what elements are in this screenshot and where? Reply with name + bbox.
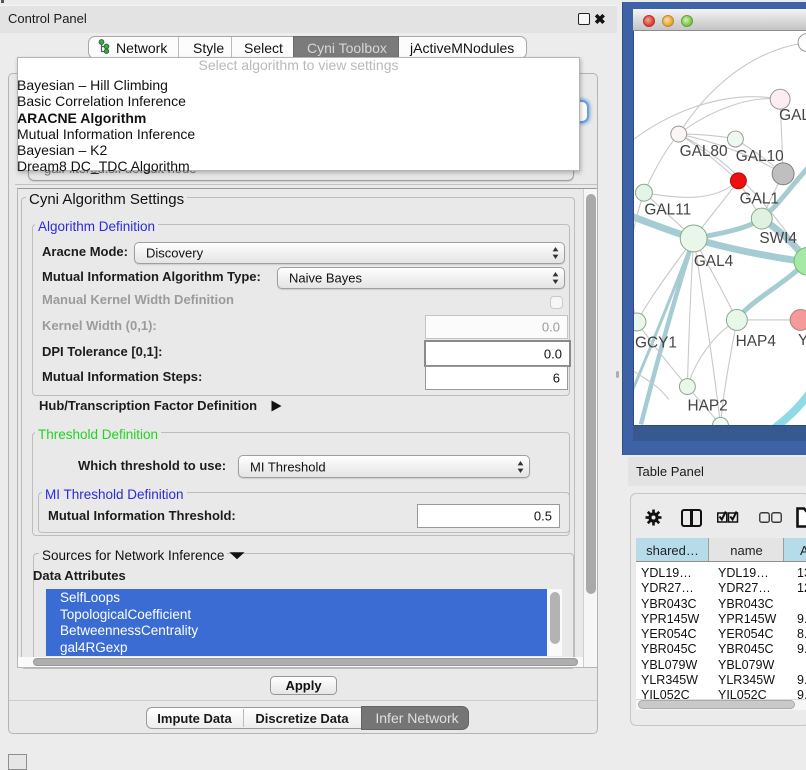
svg-text:GAL1: GAL1 [740, 191, 779, 208]
svg-text:GAL80: GAL80 [680, 143, 728, 160]
svg-text:GCY1: GCY1 [635, 334, 677, 351]
svg-text:GAL10: GAL10 [736, 148, 784, 165]
svg-text:GAL: GAL [779, 107, 806, 124]
svg-text:GAL4: GAL4 [694, 253, 734, 270]
svg-text:Y: Y [798, 332, 806, 349]
svg-text:HAP2: HAP2 [687, 397, 727, 414]
svg-text:SWI4: SWI4 [759, 230, 797, 247]
svg-text:HAP4: HAP4 [736, 333, 777, 350]
svg-text:GAL11: GAL11 [644, 202, 691, 219]
